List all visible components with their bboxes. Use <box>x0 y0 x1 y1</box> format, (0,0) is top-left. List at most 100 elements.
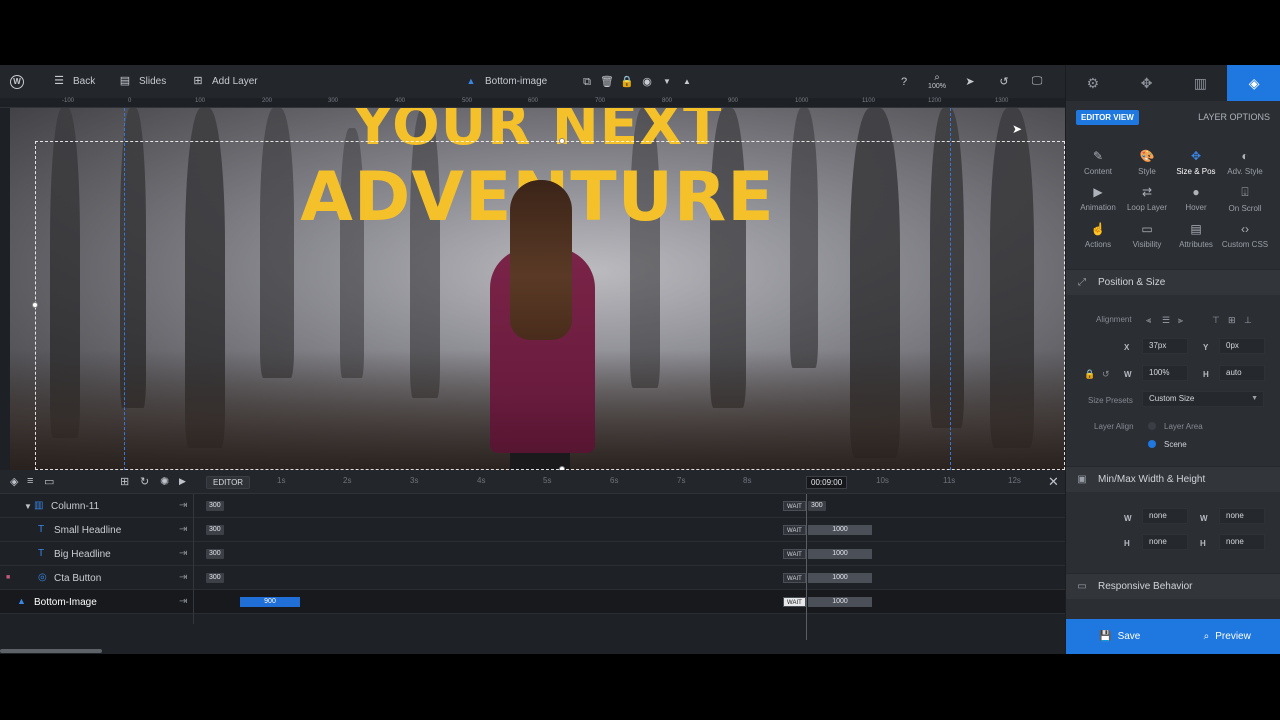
visibility-icon[interactable]: ◉ <box>640 75 654 89</box>
custom-css-option[interactable]: ‹› Custom CSS <box>1219 222 1271 249</box>
move-down-icon[interactable]: ▼ <box>660 75 674 89</box>
responsive-section[interactable]: ▭ Responsive Behavior <box>1066 573 1280 599</box>
end-time[interactable]: 1000 <box>808 549 872 559</box>
resize-handle-left[interactable] <box>32 302 38 308</box>
align-top-icon[interactable]: ⊤ <box>1212 315 1220 326</box>
start-time[interactable]: 300 <box>206 525 224 535</box>
duplicate-icon[interactable]: ⧉ <box>580 75 594 89</box>
align-center-icon[interactable]: ☰ <box>1162 315 1170 326</box>
resize-handle-top[interactable] <box>559 138 565 144</box>
cursor-icon[interactable]: ➤ <box>963 75 977 89</box>
wordpress-logo-icon[interactable]: W <box>10 74 24 89</box>
end-time[interactable]: 1000 <box>808 597 872 607</box>
slides-button[interactable]: ▤ Slides <box>118 75 166 89</box>
align-left-icon[interactable]: ⫷ <box>1146 315 1151 326</box>
start-time[interactable]: 300 <box>206 501 224 511</box>
timeline-row[interactable]: ■ ◎ Cta Button ⇥ 300 WAIT 1000 <box>0 566 1065 590</box>
wait-marker[interactable]: WAIT <box>783 573 806 583</box>
layer-selection-box[interactable] <box>35 141 1065 470</box>
layer-options-tab[interactable]: ◈ <box>1227 65 1280 101</box>
zoom-control[interactable]: ⌕ 100% <box>928 71 946 91</box>
save-button[interactable]: 💾 Save <box>1066 619 1174 654</box>
reset-size-icon[interactable]: ↺ <box>1102 369 1110 380</box>
desktop-icon[interactable]: 🖵 <box>1030 74 1044 88</box>
align-end-icon[interactable]: ⇥ <box>179 524 187 535</box>
timeline-editor-tab[interactable]: EDITOR <box>206 476 251 489</box>
attributes-option[interactable]: ▤ Attributes <box>1170 222 1222 249</box>
max-width-field[interactable]: none <box>1219 508 1265 524</box>
slide-canvas[interactable]: YOUR NEXT ADVENTURE ➤ <box>10 108 1065 470</box>
align-bottom-icon[interactable]: ⊥ <box>1244 315 1252 326</box>
preview-button[interactable]: ⌕ Preview <box>1174 619 1280 654</box>
list-view-icon[interactable]: ≡ <box>27 475 33 487</box>
effects-icon[interactable]: ✺ <box>160 475 169 488</box>
move-up-icon[interactable]: ▲ <box>680 75 694 89</box>
end-time[interactable]: 300 <box>808 501 826 511</box>
grid-icon[interactable]: ⊞ <box>120 475 129 488</box>
min-height-field[interactable]: none <box>1142 534 1188 550</box>
x-position-field[interactable]: 37px <box>1142 338 1188 354</box>
start-time[interactable]: 300 <box>206 573 224 583</box>
editor-view-badge[interactable]: EDITOR VIEW <box>1076 110 1139 125</box>
timeline-row-selected[interactable]: ▲ Bottom-Image ⇥ 900 WAIT 1000 <box>0 590 1065 614</box>
play-icon[interactable]: ▶ <box>179 476 186 487</box>
align-end-icon[interactable]: ⇥ <box>179 500 187 511</box>
min-width-field[interactable]: none <box>1142 508 1188 524</box>
folder-icon[interactable]: ▭ <box>44 475 54 488</box>
close-timeline-icon[interactable]: ✕ <box>1048 474 1059 490</box>
slide-options-tab[interactable]: ▥ <box>1174 65 1228 101</box>
timeline-row[interactable]: T Small Headline ⇥ 300 WAIT 1000 <box>0 518 1065 542</box>
max-height-field[interactable]: none <box>1219 534 1265 550</box>
actions-option[interactable]: ☝ Actions <box>1072 222 1124 249</box>
current-layer-name[interactable]: ▲ Bottom-image <box>464 75 548 89</box>
width-field[interactable]: 100% <box>1142 365 1188 381</box>
align-right-icon[interactable]: ⫸ <box>1178 315 1183 326</box>
navigation-tab[interactable]: ✥ <box>1120 65 1174 101</box>
timeline-row[interactable]: ▼ ▥ Column-11 ⇥ 300 WAIT 300 <box>0 494 1065 518</box>
style-option[interactable]: 🎨 Style <box>1121 149 1173 176</box>
align-end-icon[interactable]: ⇥ <box>179 572 187 583</box>
wait-marker[interactable]: WAIT <box>783 549 806 559</box>
adv-style-option[interactable]: ◐ Adv. Style <box>1219 149 1271 176</box>
start-time[interactable]: 300 <box>206 549 224 559</box>
height-field[interactable]: auto <box>1219 365 1265 381</box>
back-button[interactable]: ☰ Back <box>52 75 95 89</box>
minmax-section[interactable]: ▣ Min/Max Width & Height <box>1066 466 1280 492</box>
delete-icon[interactable]: 🗑 <box>600 75 614 89</box>
lock-ratio-icon[interactable]: 🔒 <box>1084 369 1095 380</box>
align-end-icon[interactable]: ⇥ <box>179 548 187 559</box>
add-layer-button[interactable]: ⊞ Add Layer <box>191 75 257 89</box>
size-pos-option[interactable]: ✥ Size & Pos <box>1170 149 1222 176</box>
hover-option[interactable]: ● Hover <box>1170 185 1222 212</box>
timeline-row[interactable]: T Big Headline ⇥ 300 WAIT 1000 <box>0 542 1065 566</box>
help-icon[interactable]: ? <box>897 75 911 89</box>
size-presets-select[interactable]: Custom Size ▼ <box>1142 391 1264 407</box>
wait-marker[interactable]: WAIT <box>783 525 806 535</box>
wait-marker[interactable]: WAIT <box>783 501 806 511</box>
start-time[interactable]: 900 <box>240 597 300 607</box>
position-size-section[interactable]: ⤢ Position & Size <box>1066 269 1280 295</box>
loop-icon[interactable]: ↻ <box>140 475 149 488</box>
current-time[interactable]: 00:09:00 <box>806 476 848 489</box>
align-end-icon[interactable]: ⇥ <box>179 596 187 607</box>
y-position-field[interactable]: 0px <box>1219 338 1265 354</box>
end-time[interactable]: 1000 <box>808 525 872 535</box>
collapse-chevron-icon[interactable]: ▼ <box>24 502 32 511</box>
on-scroll-option[interactable]: ⍗ On Scroll <box>1219 185 1271 213</box>
layers-icon[interactable]: ◈ <box>10 475 18 488</box>
chevron-down-icon: ▼ <box>1251 395 1258 402</box>
content-option[interactable]: ✎ Content <box>1072 149 1124 176</box>
end-time[interactable]: 1000 <box>808 573 872 583</box>
horizontal-scrollbar[interactable] <box>0 649 102 653</box>
slider-settings-tab[interactable]: ⚙ <box>1066 65 1120 101</box>
animation-option[interactable]: ▶ Animation <box>1072 185 1124 212</box>
visibility-option[interactable]: ▭ Visibility <box>1121 222 1173 249</box>
timeline-playhead[interactable] <box>806 494 807 640</box>
scene-radio[interactable] <box>1148 440 1156 448</box>
layer-area-radio[interactable] <box>1148 422 1156 430</box>
wait-marker[interactable]: WAIT <box>783 597 806 607</box>
loop-layer-option[interactable]: ⇄ Loop Layer <box>1121 185 1173 212</box>
align-middle-icon[interactable]: ⊞ <box>1228 315 1236 326</box>
undo-icon[interactable]: ↺ <box>997 75 1011 89</box>
lock-icon[interactable]: 🔒 <box>620 75 634 89</box>
